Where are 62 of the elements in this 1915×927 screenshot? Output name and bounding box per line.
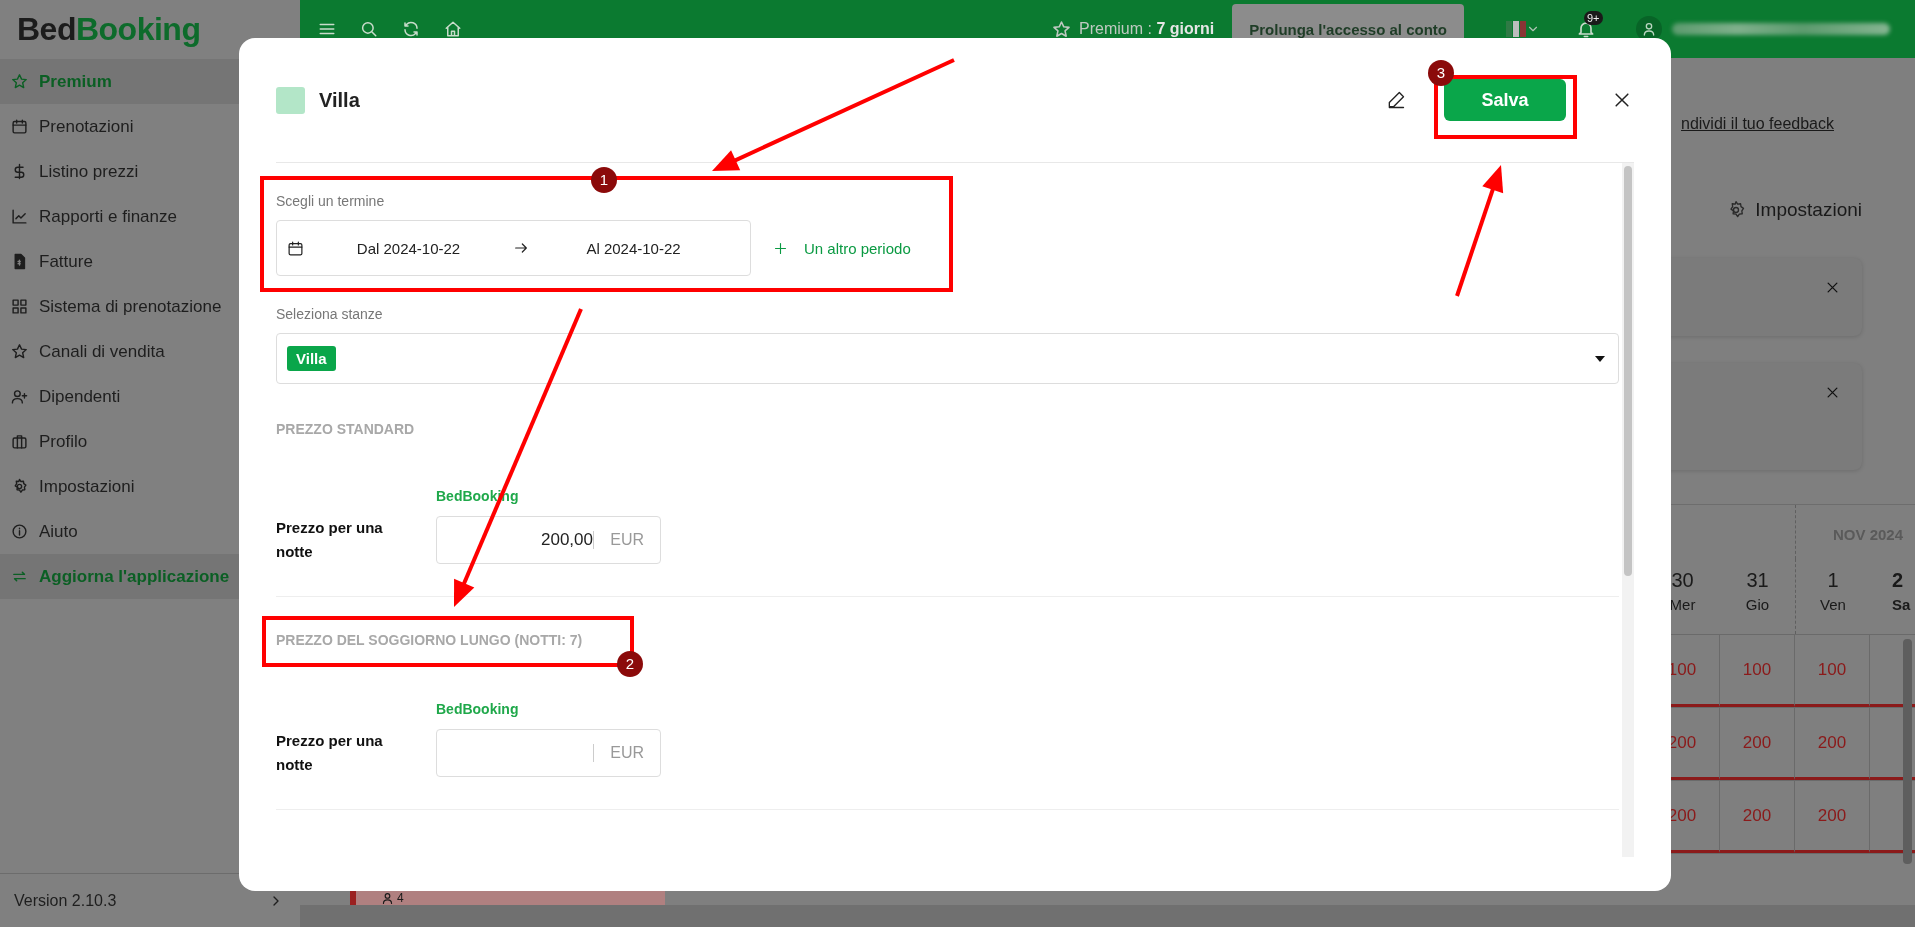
caret-icon — [1595, 355, 1605, 362]
feedback-link[interactable]: ndividi il tuo feedback — [1681, 115, 1834, 133]
info-icon — [11, 523, 28, 540]
sidebar-item[interactable]: Listino prezzi — [0, 149, 300, 194]
day-number: 31 — [1746, 569, 1769, 592]
star-icon — [11, 343, 28, 360]
notification-badge: 9+ — [1584, 11, 1603, 25]
sidebar-item[interactable]: Impostazioni — [0, 464, 300, 509]
sidebar-item[interactable]: Prenotazioni — [0, 104, 300, 149]
section-heading: PREZZO DEL SOGGIORNO LUNGO (NOTTI: 7) — [276, 631, 584, 649]
guest-count: 4 — [397, 891, 404, 905]
star-icon — [1052, 19, 1072, 39]
field-label: Seleziona stanze — [276, 305, 384, 323]
briefcase-icon — [11, 433, 28, 450]
step-badge: 1 — [591, 167, 617, 193]
calendar-icon — [287, 239, 304, 257]
price-cell: 100 — [1795, 634, 1870, 707]
section-heading: PREZZO STANDARD — [276, 420, 416, 438]
user-icon — [1641, 21, 1657, 37]
plus-icon — [773, 240, 788, 256]
day-number: 2 — [1892, 569, 1904, 592]
user-icon — [382, 892, 393, 904]
channel-label: BedBooking — [436, 700, 520, 718]
version-label: Version 2.10.3 — [14, 891, 117, 910]
price-cell: 200 — [1720, 780, 1795, 853]
grid-icon — [11, 298, 28, 315]
pencil-icon[interactable] — [1386, 90, 1406, 110]
star-icon — [11, 73, 28, 90]
premium-status: Premium : 7 giorni — [1079, 20, 1215, 38]
currency-label: EUR — [593, 531, 644, 549]
price-cell: 200 — [1795, 780, 1870, 853]
weekday-label: Ven — [1820, 596, 1846, 613]
price-field[interactable] — [436, 729, 661, 777]
price-cell: 200 — [1795, 707, 1870, 780]
day-number: 30 — [1671, 569, 1694, 592]
flag-icon[interactable] — [1506, 21, 1526, 37]
room-select[interactable]: Villa — [276, 333, 1619, 384]
weekday-label: Sa — [1892, 596, 1911, 613]
search-icon[interactable] — [360, 20, 378, 38]
add-period-button[interactable]: Un altro periodo — [773, 239, 911, 257]
room-tag: Villa — [287, 346, 336, 371]
user-plus-icon — [11, 388, 28, 405]
weekday-label: Gio — [1745, 596, 1770, 613]
price-cell: 100 — [1720, 634, 1795, 707]
weekday-label: Mer — [1669, 596, 1696, 613]
arrow-icon — [513, 240, 529, 256]
calendar-icon — [11, 118, 28, 135]
price-cell: 200 — [1720, 707, 1795, 780]
field-label: Scegli un termine — [276, 192, 386, 210]
settings-button[interactable]: Impostazioni — [1726, 199, 1862, 221]
logo: BedBooking — [16, 10, 202, 49]
home-icon[interactable] — [444, 20, 462, 38]
price-label: Prezzo per una notte — [276, 731, 384, 775]
save-button[interactable]: Salva — [1444, 79, 1566, 121]
day-number: 1 — [1827, 569, 1839, 592]
refresh-icon[interactable] — [402, 20, 420, 38]
step-badge: 3 — [1428, 60, 1454, 86]
chart-icon — [11, 208, 28, 225]
step-badge: 2 — [617, 651, 643, 677]
date-range-field[interactable]: Dal 2024-10-22 Al 2024-10-22 — [276, 220, 751, 276]
modal-title: Villa — [319, 88, 360, 112]
currency-label: EUR — [593, 744, 644, 762]
